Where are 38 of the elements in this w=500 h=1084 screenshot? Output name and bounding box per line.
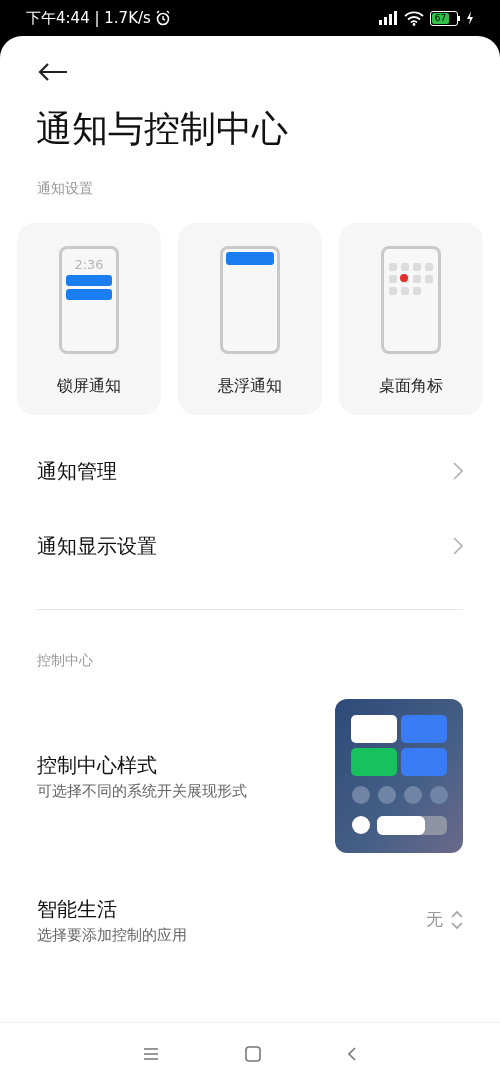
- back-arrow-icon[interactable]: [38, 62, 68, 82]
- section-header: 控制中心: [36, 651, 94, 670]
- row-title: 智能生活: [37, 895, 118, 922]
- badge-phone-icon: [381, 246, 441, 354]
- settings-row[interactable]: 智能生活 选择要添加控制的应用 无: [0, 865, 500, 975]
- floating-phone-icon: [220, 246, 280, 354]
- up-down-chevron-icon: [451, 910, 463, 930]
- notification-style-card[interactable]: 2:36 锁屏通知: [17, 223, 161, 415]
- card-label: 悬浮通知: [218, 375, 282, 397]
- page-title: 通知与控制中心: [35, 107, 289, 151]
- row-title: 通知管理: [37, 457, 117, 485]
- notification-bar: [66, 275, 112, 286]
- card-label: 锁屏通知: [57, 375, 121, 397]
- row-subtitle: 可选择不同的系统开关展现形式: [37, 780, 247, 801]
- notification-bar: [66, 289, 112, 300]
- clock-text: 2:36: [74, 257, 104, 272]
- notification-style-card[interactable]: 悬浮通知: [178, 223, 322, 415]
- row-value: 无: [426, 908, 443, 932]
- row-title: 通知显示设置: [37, 532, 157, 560]
- row-title: 控制中心样式: [37, 751, 158, 778]
- chevron-right-icon: [453, 461, 463, 480]
- section-header: 通知设置: [36, 179, 94, 198]
- chevron-right-icon: [453, 536, 463, 555]
- home-square-icon[interactable]: [245, 1045, 261, 1062]
- battery-level: 67: [434, 13, 447, 23]
- status-time: 下午4:44 | 1.7K/s: [26, 7, 151, 29]
- control-center-preview-icon: [335, 699, 463, 853]
- settings-row[interactable]: 通知管理: [0, 433, 500, 508]
- card-label: 桌面角标: [379, 375, 443, 397]
- menu-icon[interactable]: [143, 1046, 159, 1061]
- settings-row[interactable]: 控制中心样式 可选择不同的系统开关展现形式: [0, 687, 500, 865]
- row-subtitle: 选择要添加控制的应用: [37, 924, 187, 945]
- back-icon[interactable]: [347, 1045, 357, 1062]
- signal-icon: [378, 11, 398, 25]
- alarm-clock-icon: [154, 10, 171, 26]
- wifi-icon: [404, 10, 424, 26]
- notification-style-card[interactable]: 桌面角标: [339, 223, 483, 415]
- settings-row[interactable]: 通知显示设置: [0, 508, 500, 583]
